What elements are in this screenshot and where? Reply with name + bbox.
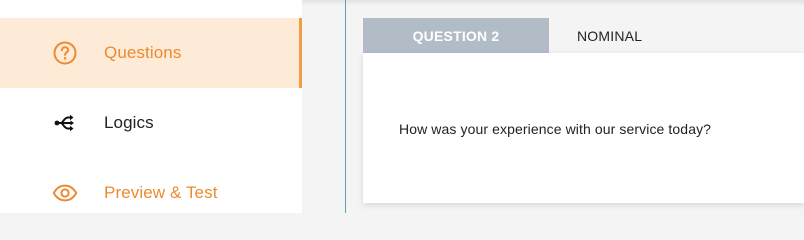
sidebar-item-label: Questions [104, 43, 182, 62]
eye-icon [52, 180, 78, 206]
question-text[interactable]: How was your experience with our service… [399, 121, 711, 137]
sidebar-item-preview-test[interactable]: Preview & Test [0, 158, 302, 228]
sidebar-item-label: Logics [104, 113, 154, 132]
panel-divider [345, 0, 346, 213]
header-shadow [302, 0, 804, 6]
sidebar-item-questions[interactable]: Questions [0, 18, 302, 88]
question-circle-icon [52, 40, 78, 66]
sidebar-item-label: Preview & Test [104, 183, 218, 202]
tab-question-type[interactable]: NOMINAL [577, 18, 642, 53]
sidebar-item-logics[interactable]: Logics [0, 88, 302, 158]
tab-question-number[interactable]: QUESTION 2 [363, 18, 549, 53]
question-card: How was your experience with our service… [363, 53, 804, 203]
question-editor: QUESTION 2 NOMINAL How was your experien… [302, 0, 804, 213]
branch-arrow-icon [52, 110, 78, 136]
sidebar: Questions Logics Preview & Test [0, 0, 302, 213]
